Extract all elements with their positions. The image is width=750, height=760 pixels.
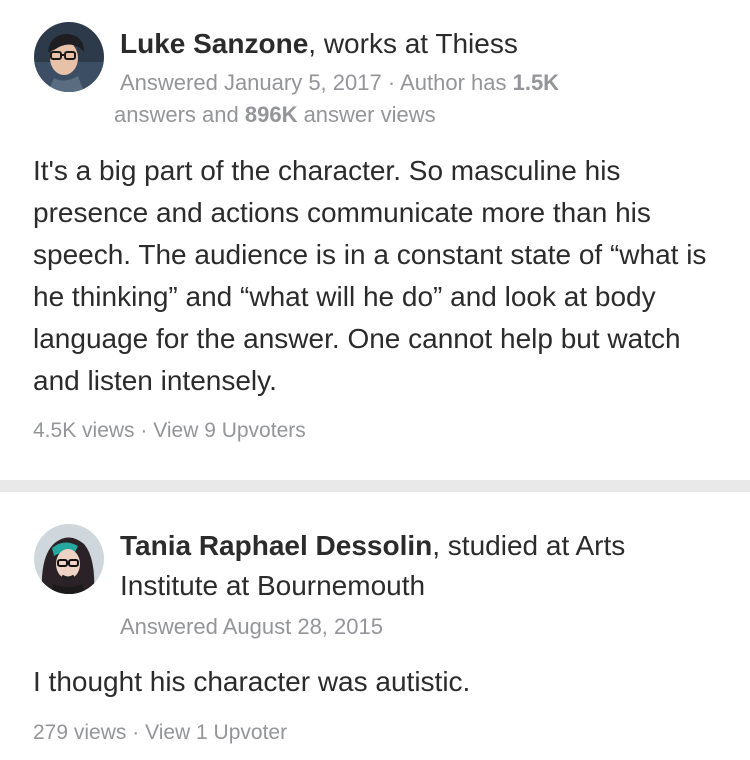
- answer-meta: Answered January 5, 2017 · Author has 1.…: [120, 67, 559, 99]
- answer-text: It's a big part of the character. So mas…: [33, 155, 707, 396]
- author-credential[interactable]: , works at Thiess: [308, 28, 518, 59]
- views-count: 279 views: [33, 721, 127, 744]
- author-avatar[interactable]: [34, 22, 104, 92]
- author-name-link[interactable]: Luke Sanzone: [120, 28, 308, 59]
- answer-text: I thought his character was autistic.: [33, 666, 471, 697]
- answer-meta-line2: answers and 896K answer views: [114, 99, 436, 131]
- author-has-label: Author has: [400, 70, 513, 95]
- author-avatar[interactable]: [34, 524, 104, 594]
- view-upvoters-link[interactable]: View 1 Upvoter: [145, 721, 287, 744]
- author-credential[interactable]: , studied at Arts: [432, 530, 625, 561]
- answers-word: answers and: [114, 102, 245, 127]
- meta-separator: ·: [381, 70, 401, 95]
- author-name-link[interactable]: Tania Raphael Dessolin: [120, 530, 432, 561]
- answer-meta: Answered August 28, 2015: [120, 611, 383, 643]
- author-line: Luke Sanzone, works at Thiess: [120, 24, 518, 64]
- answered-date[interactable]: Answered August 28, 2015: [120, 614, 383, 639]
- author-answers-count: 1.5K: [512, 70, 560, 95]
- author-views-count: 896K: [244, 102, 298, 127]
- stats-separator: ·: [134, 419, 154, 442]
- answer-card: Luke Sanzone, works at Thiess Answered J…: [0, 0, 750, 480]
- answered-date[interactable]: Answered January 5, 2017: [120, 70, 382, 95]
- author-credential-line2[interactable]: Institute at Bournemouth: [120, 566, 425, 606]
- view-upvoters-link[interactable]: View 9 Upvoters: [153, 419, 306, 442]
- answer-stats: 279 views · View 1 Upvoter: [33, 718, 287, 748]
- author-line: Tania Raphael Dessolin, studied at Arts: [120, 526, 625, 566]
- views-count: 4.5K views: [33, 419, 135, 442]
- stats-separator: ·: [126, 721, 146, 744]
- answer-stats: 4.5K views · View 9 Upvoters: [33, 416, 306, 446]
- answer-divider: [0, 480, 750, 492]
- answer-card: Tania Raphael Dessolin, studied at Arts …: [0, 492, 750, 760]
- views-word: answer views: [297, 102, 436, 127]
